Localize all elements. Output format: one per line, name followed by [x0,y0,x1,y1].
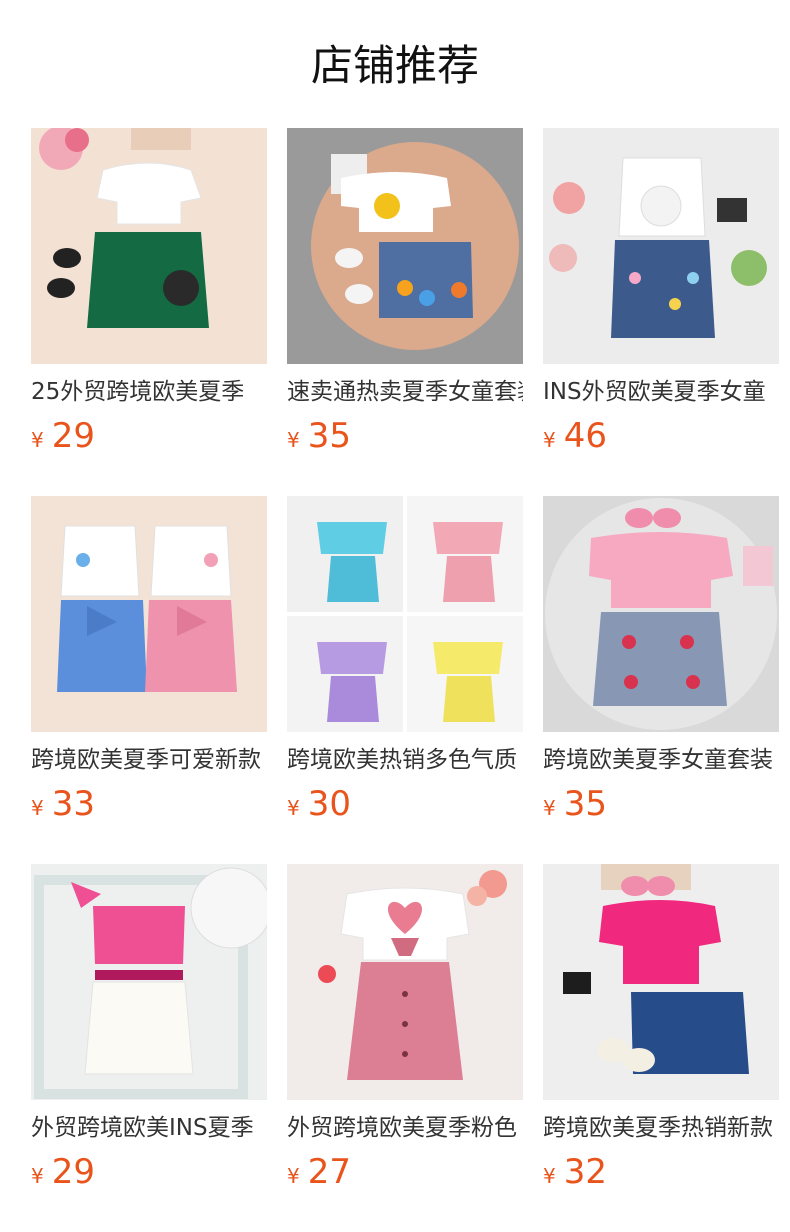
product-name[interactable]: 外贸跨境欧美夏季粉色 [287,1111,523,1145]
product-image[interactable] [287,128,523,364]
product-card[interactable]: 跨境欧美夏季女童套装 ¥35 [543,496,779,826]
product-price: ¥30 [287,784,351,824]
product-price: ¥27 [287,1152,351,1192]
product-name[interactable]: 跨境欧美热销多色气质 [287,743,523,777]
product-price: ¥35 [543,784,607,824]
product-card[interactable]: 跨境欧美夏季可爱新款 ¥33 [31,496,267,826]
product-card[interactable]: INS外贸欧美夏季女童 ¥46 [543,128,779,458]
product-name[interactable]: 跨境欧美夏季女童套装 [543,743,779,777]
product-name[interactable]: INS外贸欧美夏季女童 [543,375,779,409]
product-image[interactable] [31,128,267,364]
page-title: 店铺推荐 [310,41,479,90]
product-name[interactable]: 跨境欧美夏季可爱新款 [31,743,267,777]
product-name[interactable]: 速卖通热卖夏季女童套装 [287,375,523,409]
product-price: ¥33 [31,784,95,824]
product-image[interactable] [287,864,523,1100]
product-name[interactable]: 25外贸跨境欧美夏季 [31,375,267,409]
product-name[interactable]: 跨境欧美夏季热销新款 [543,1111,779,1145]
product-price: ¥35 [287,416,351,456]
product-price: ¥29 [31,416,95,456]
product-card[interactable]: 外贸跨境欧美夏季粉色 ¥27 [287,864,523,1194]
product-image[interactable] [543,496,779,732]
product-image[interactable] [31,496,267,732]
product-price: ¥46 [543,416,607,456]
product-card[interactable]: 25外贸跨境欧美夏季 ¥29 [31,128,267,458]
product-image[interactable] [287,496,523,732]
product-price: ¥29 [31,1152,95,1192]
product-name[interactable]: 外贸跨境欧美INS夏季 [31,1111,267,1145]
product-card[interactable]: 跨境欧美热销多色气质 ¥30 [287,496,523,826]
product-image[interactable] [543,128,779,364]
product-card[interactable]: 速卖通热卖夏季女童套装 ¥35 [287,128,523,458]
product-price: ¥32 [543,1152,607,1192]
product-card[interactable]: 跨境欧美夏季热销新款 ¥32 [543,864,779,1194]
product-card[interactable]: 外贸跨境欧美INS夏季 ¥29 [31,864,267,1194]
product-image[interactable] [543,864,779,1100]
product-image[interactable] [31,864,267,1100]
